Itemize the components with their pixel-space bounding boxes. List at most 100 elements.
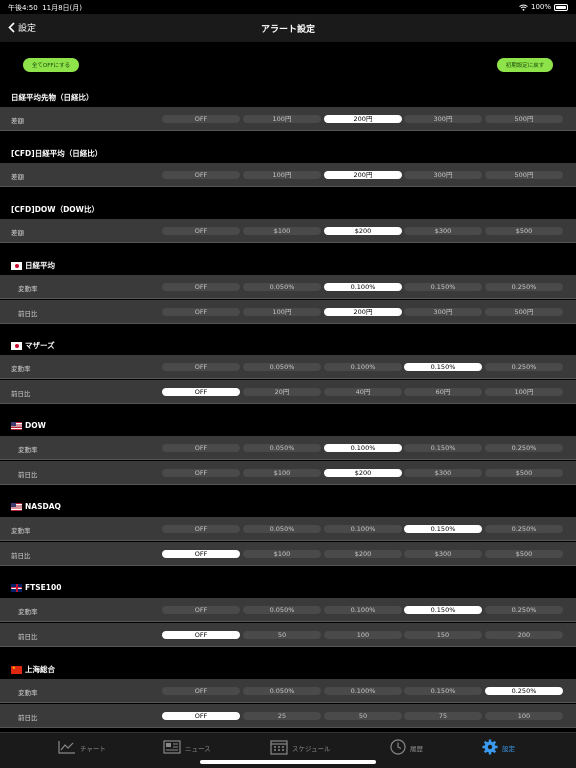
option[interactable]: OFF [162,308,240,316]
option[interactable]: 150 [404,631,482,639]
option-selected[interactable]: 0.250% [485,687,563,695]
option[interactable]: 0.250% [485,606,563,614]
option[interactable]: 100円 [243,115,321,123]
section-title-text: マザーズ [25,341,55,350]
option[interactable]: 75 [404,712,482,720]
option[interactable]: $300 [404,550,482,558]
option[interactable]: 300円 [404,171,482,179]
option[interactable]: $100 [243,550,321,558]
option[interactable]: $500 [485,550,563,558]
alert-row: 差額 OFF $100 $200 $300 $500 [0,219,576,243]
tab-label: ニュース [185,745,211,753]
option[interactable]: 500円 [485,308,563,316]
option[interactable]: 0.150% [404,444,482,452]
tab-gear[interactable]: 設定 [482,738,515,758]
option[interactable]: $300 [404,469,482,477]
wifi-icon [519,4,528,11]
option[interactable]: 50 [243,631,321,639]
option[interactable]: 0.050% [243,606,321,614]
row-label: 差額 [11,229,24,237]
tab-news[interactable]: ニュース [163,738,211,758]
option[interactable]: $500 [485,227,563,235]
option[interactable]: 0.250% [485,444,563,452]
tab-calendar[interactable]: スケジュール [270,738,331,758]
option[interactable]: OFF [162,363,240,371]
option[interactable]: 500円 [485,115,563,123]
option[interactable]: OFF [162,115,240,123]
option[interactable]: OFF [162,227,240,235]
option[interactable]: 50 [324,712,402,720]
row-divider [0,727,576,728]
option-selected[interactable]: 0.150% [404,606,482,614]
option[interactable]: 100円 [485,388,563,396]
alert-row: 変動率 OFF 0.050% 0.100% 0.150% 0.250% [0,679,576,703]
option-selected[interactable]: 200円 [324,171,402,179]
section-title-text: [CFD]DOW（DOW比） [11,205,99,214]
option[interactable]: $500 [485,469,563,477]
option[interactable]: 200 [485,631,563,639]
option[interactable]: 100 [324,631,402,639]
option[interactable]: 0.050% [243,687,321,695]
option[interactable]: OFF [162,171,240,179]
option-selected[interactable]: 0.100% [324,444,402,452]
option[interactable]: 25 [243,712,321,720]
all-off-button[interactable]: 全てOFFにする [23,58,79,72]
option-selected[interactable]: 0.150% [404,363,482,371]
option[interactable]: 300円 [404,115,482,123]
option[interactable]: 0.250% [485,363,563,371]
option[interactable]: OFF [162,283,240,291]
section-title: DOW [11,421,46,430]
option-selected[interactable]: OFF [162,631,240,639]
option[interactable]: OFF [162,687,240,695]
option[interactable]: OFF [162,444,240,452]
section-title-text: FTSE100 [25,583,62,592]
option[interactable]: 100円 [243,171,321,179]
option[interactable]: 20円 [243,388,321,396]
row-divider [0,565,576,566]
row-label: 前日比 [18,471,38,479]
option[interactable]: $200 [324,550,402,558]
option[interactable]: 0.050% [243,283,321,291]
option[interactable]: OFF [162,525,240,533]
option[interactable]: OFF [162,469,240,477]
option[interactable]: 100 [485,712,563,720]
option[interactable]: 0.250% [485,283,563,291]
option[interactable]: 500円 [485,171,563,179]
option[interactable]: 0.050% [243,444,321,452]
option[interactable]: 0.100% [324,606,402,614]
option[interactable]: OFF [162,606,240,614]
option[interactable]: $100 [243,469,321,477]
option[interactable]: 0.150% [404,687,482,695]
option-selected[interactable]: 0.100% [324,283,402,291]
alert-row: 変動率 OFF 0.050% 0.100% 0.150% 0.250% [0,517,576,541]
tab-chart[interactable]: チャート [58,738,106,758]
option-selected[interactable]: 0.150% [404,525,482,533]
reset-defaults-button[interactable]: 初期設定に戻す [497,58,553,72]
option[interactable]: 40円 [324,388,402,396]
flag-us-icon [11,502,22,511]
chart-icon [58,740,76,756]
option-selected[interactable]: 200円 [324,115,402,123]
option[interactable]: $100 [243,227,321,235]
option[interactable]: 60円 [404,388,482,396]
option-selected[interactable]: 200円 [324,308,402,316]
option[interactable]: 0.050% [243,525,321,533]
page-title: アラート設定 [260,25,315,35]
option-selected[interactable]: OFF [162,550,240,558]
option[interactable]: 0.250% [485,525,563,533]
option[interactable]: 0.050% [243,363,321,371]
option-selected[interactable]: $200 [324,469,402,477]
option[interactable]: 0.100% [324,525,402,533]
option[interactable]: 0.100% [324,687,402,695]
section-title: [CFD]DOW（DOW比） [11,204,99,215]
option[interactable]: 0.100% [324,363,402,371]
option-selected[interactable]: OFF [162,712,240,720]
option-selected[interactable]: $200 [324,227,402,235]
option[interactable]: $300 [404,227,482,235]
tab-clock[interactable]: 履歴 [390,738,423,758]
option[interactable]: 100円 [243,308,321,316]
option[interactable]: 300円 [404,308,482,316]
row-label: 前日比 [11,390,31,398]
option[interactable]: 0.150% [404,283,482,291]
option-selected[interactable]: OFF [162,388,240,396]
